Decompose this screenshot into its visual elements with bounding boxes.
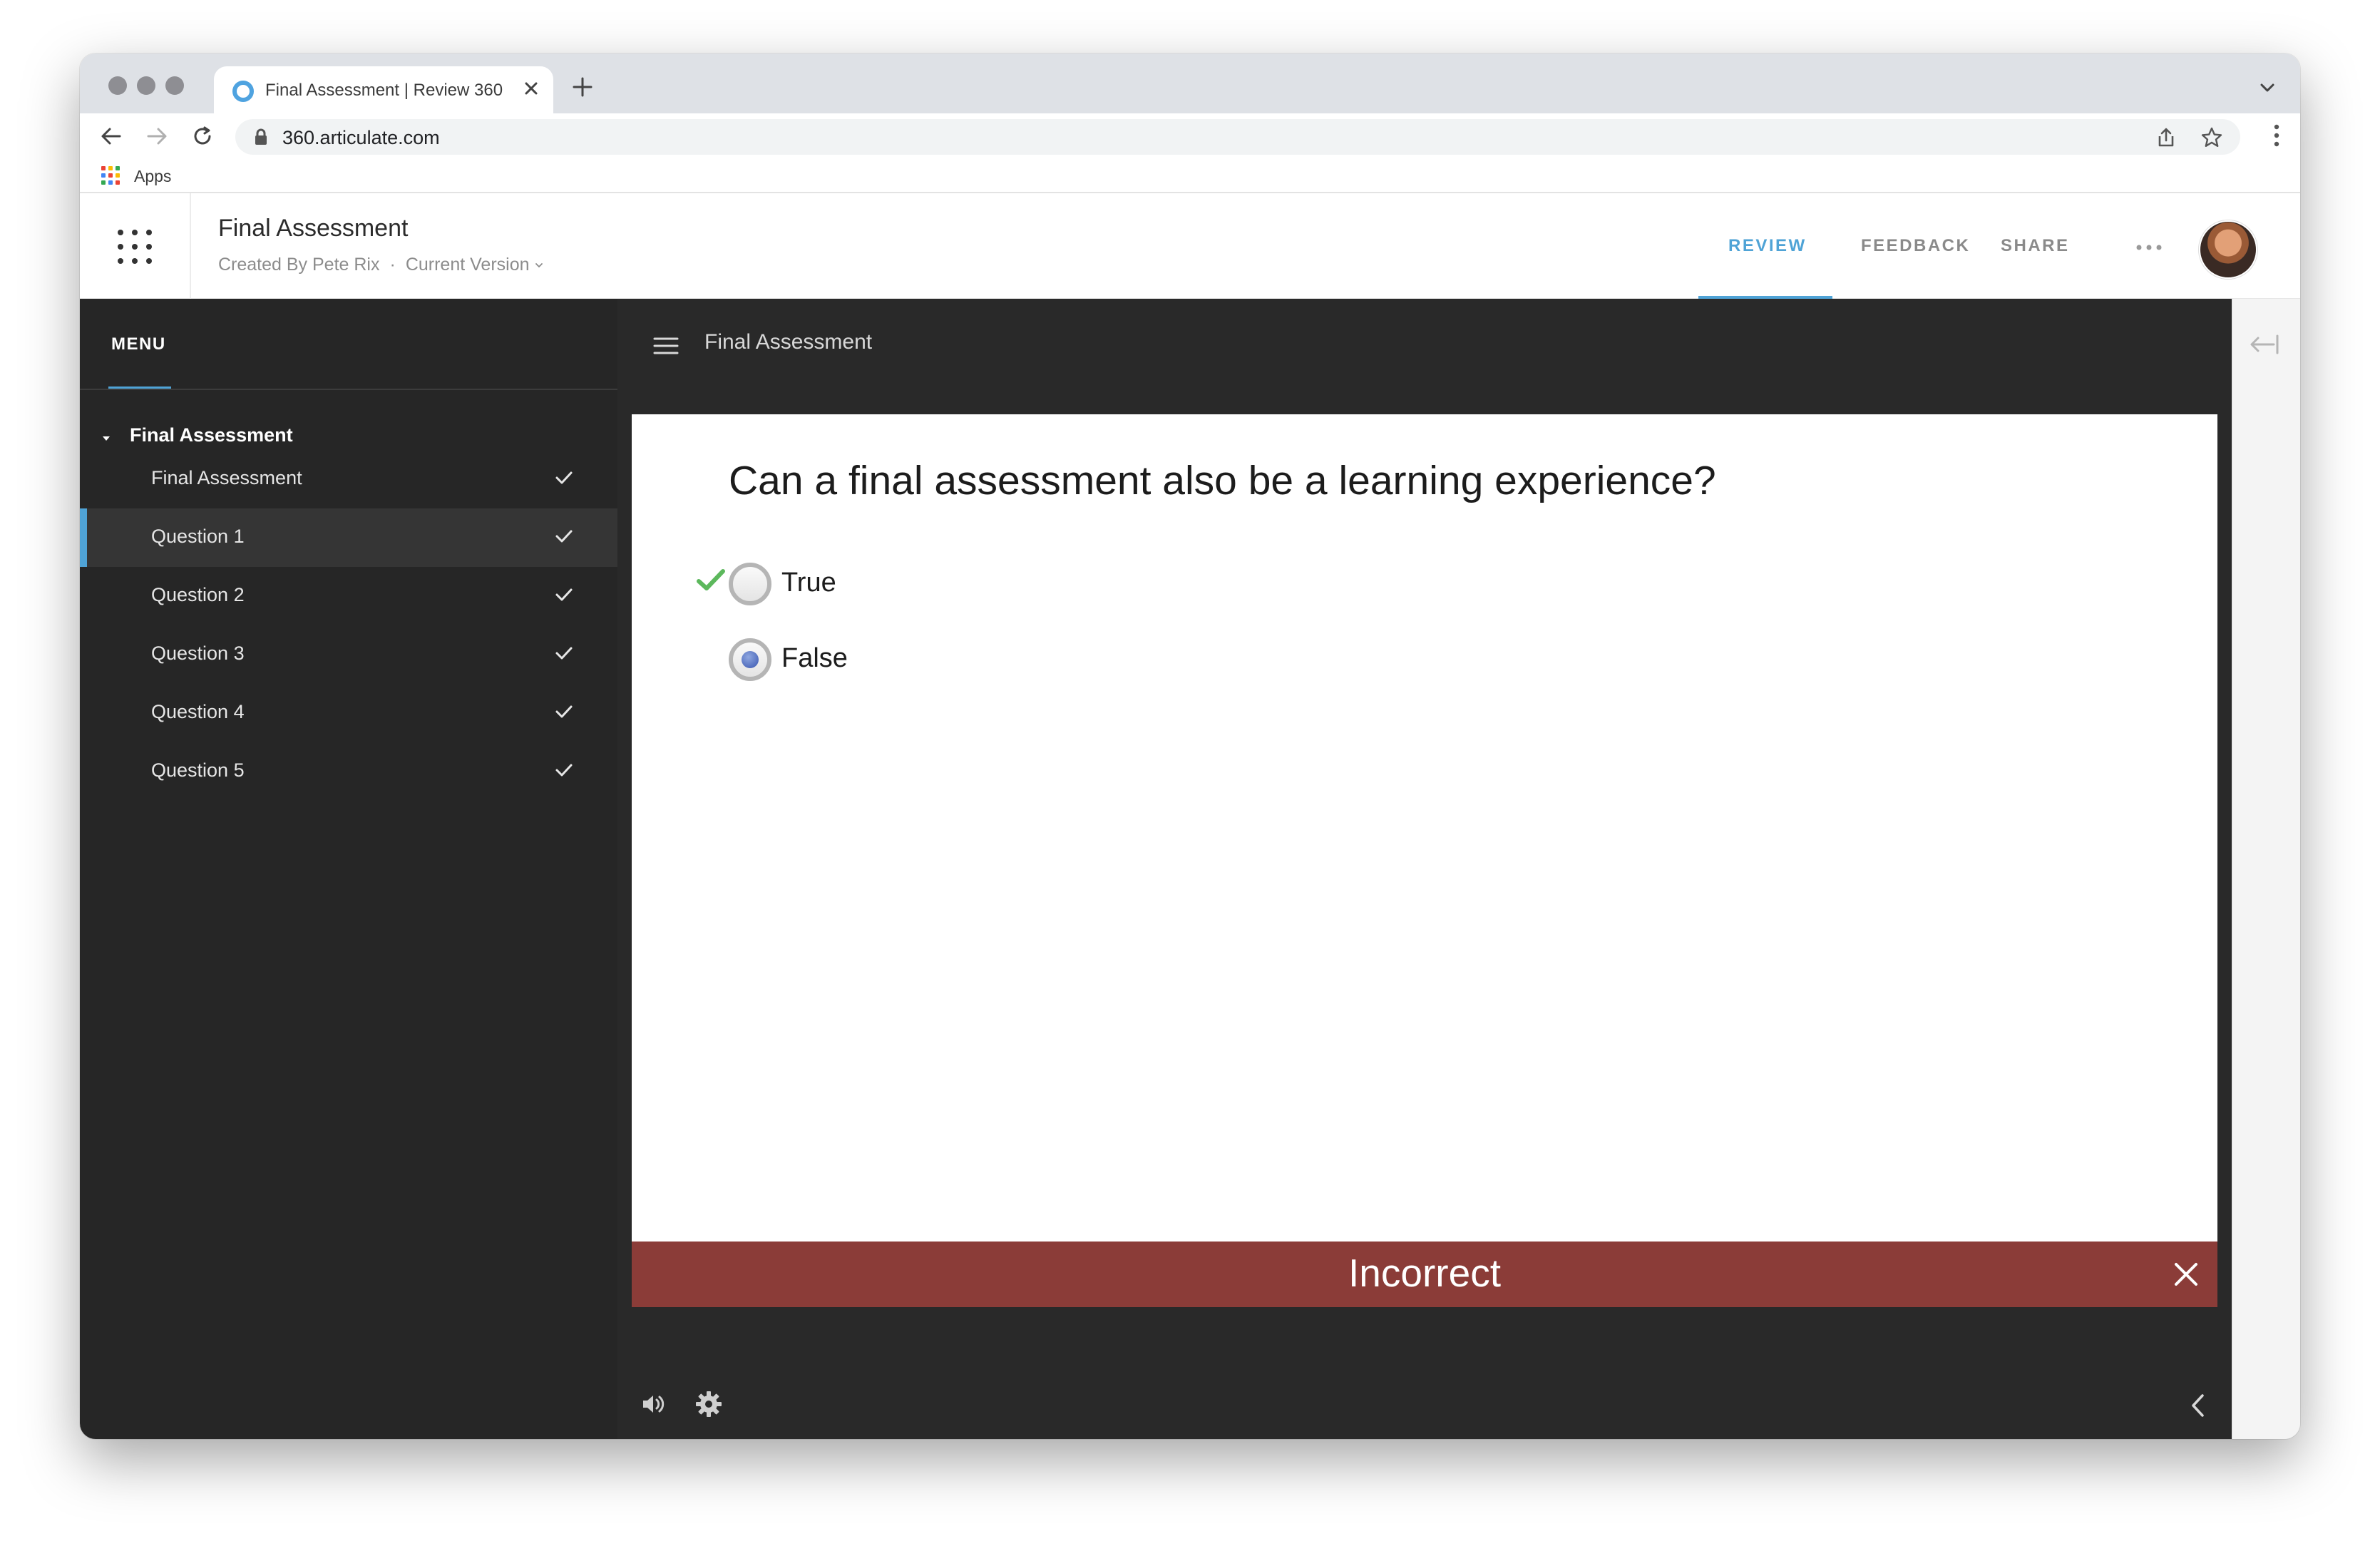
radio-true[interactable] [729, 563, 771, 605]
bookmark-star-icon[interactable] [2200, 126, 2223, 149]
course-player: Final Assessment Can a final assessment … [617, 299, 2274, 1439]
menu-item-label: Question 3 [151, 643, 245, 664]
browser-toolbar: 360.articulate.com [80, 113, 2300, 158]
checkmark-icon [555, 647, 573, 660]
header-divider [190, 193, 191, 299]
menu-item-question-2[interactable]: Question 2 [80, 567, 617, 625]
grid-icon[interactable] [116, 227, 154, 266]
more-options-icon[interactable] [2135, 243, 2163, 252]
meta-separator: · [389, 255, 396, 275]
choice-label: False [781, 643, 848, 673]
apps-icon[interactable] [101, 166, 120, 185]
radio-false[interactable] [729, 638, 771, 681]
correct-answer-check-icon [697, 569, 725, 590]
chevron-down-icon [535, 263, 543, 268]
address-bar[interactable]: 360.articulate.com [235, 119, 2240, 155]
window-close-dot[interactable] [108, 76, 127, 95]
volume-icon[interactable] [639, 1390, 667, 1418]
menu-item-question-4[interactable]: Question 4 [80, 684, 617, 742]
window-minimize-dot[interactable] [137, 76, 155, 95]
tab-feedback[interactable]: FEEDBACK [1861, 236, 1970, 256]
checkmark-icon [555, 764, 573, 777]
course-menu-sidebar: MENU Final Assessment Final Assessment Q… [80, 299, 617, 1439]
tab-search-chevron-icon[interactable] [2257, 78, 2277, 98]
forward-arrow-icon[interactable] [144, 123, 170, 149]
version-dropdown[interactable]: Current Version [406, 255, 544, 275]
favicon-icon [232, 81, 254, 102]
lock-icon [255, 128, 267, 145]
tab-strip: Final Assessment | Review 360 [80, 53, 2300, 113]
browser-window: Final Assessment | Review 360 360.articu… [80, 53, 2300, 1439]
choice-true[interactable]: True [729, 563, 1014, 608]
window-zoom-dot[interactable] [165, 76, 184, 95]
menu-item-label: Question 2 [151, 584, 245, 605]
tab-review[interactable]: REVIEW [1728, 236, 1807, 256]
menu-item-label: Question 5 [151, 759, 245, 781]
choice-false[interactable]: False [729, 638, 1014, 684]
apps-bookmark-label[interactable]: Apps [134, 167, 171, 186]
checkmark-icon [555, 705, 573, 718]
menu-divider [80, 389, 617, 390]
review-header: Final Assessment Created By Pete Rix · Cur… [80, 193, 2300, 299]
quiz-slide: Can a final assessment also be a learnin… [632, 414, 2217, 1242]
menu-item-label: Question 4 [151, 701, 245, 722]
feedback-text: Incorrect [1348, 1251, 1501, 1295]
user-avatar[interactable] [2199, 220, 2257, 279]
checkmark-icon [555, 588, 573, 601]
choice-label: True [781, 568, 836, 598]
tab-share[interactable]: SHARE [2001, 236, 2070, 256]
menu-item-question-5[interactable]: Question 5 [80, 742, 617, 801]
menu-item-label: Final Assessment [151, 467, 302, 488]
reload-icon[interactable] [190, 123, 215, 149]
url-text: 360.articulate.com [282, 127, 440, 148]
back-arrow-icon[interactable] [98, 123, 124, 149]
new-tab-icon[interactable] [570, 75, 595, 99]
share-icon[interactable] [2155, 126, 2178, 149]
caret-down-icon[interactable] [100, 434, 113, 443]
menu-item-question-3[interactable]: Question 3 [80, 625, 617, 684]
chevron-left-icon[interactable] [2185, 1391, 2213, 1420]
document-meta: Created By Pete Rix · Current Version [218, 255, 544, 275]
bookmarks-bar: Apps [80, 158, 2300, 193]
feedback-banner: Incorrect [632, 1242, 2217, 1307]
comments-rail [2232, 299, 2300, 1439]
browser-menu-icon[interactable] [2273, 123, 2280, 148]
question-text: Can a final assessment also be a learnin… [729, 458, 1716, 503]
close-icon[interactable] [2172, 1260, 2200, 1289]
browser-tab[interactable]: Final Assessment | Review 360 [214, 66, 553, 113]
hamburger-icon[interactable] [653, 336, 679, 356]
player-title: Final Assessment [704, 330, 873, 354]
document-title: Final Assessment [218, 215, 409, 242]
version-label: Current Version [405, 255, 530, 275]
menu-item-question-1[interactable]: Question 1 [80, 508, 617, 567]
menu-section-title[interactable]: Final Assessment [130, 424, 293, 446]
checkmark-icon [555, 471, 573, 484]
gear-icon[interactable] [694, 1390, 723, 1418]
menu-item-label: Question 1 [151, 526, 245, 547]
created-by-label: Created By Pete Rix [218, 255, 380, 275]
tab-close-icon[interactable] [519, 76, 543, 101]
menu-heading[interactable]: MENU [111, 334, 166, 354]
tab-title: Final Assessment | Review 360 [265, 81, 503, 100]
collapse-panel-icon[interactable] [2248, 333, 2279, 356]
checkmark-icon [555, 530, 573, 543]
menu-item-final-assessment[interactable]: Final Assessment [80, 450, 617, 508]
